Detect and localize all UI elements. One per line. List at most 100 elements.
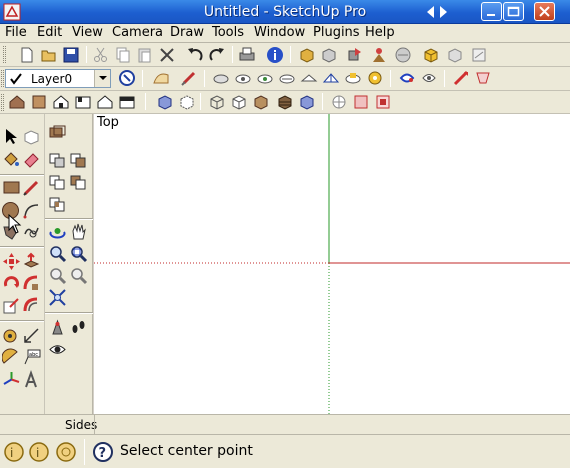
look-around-eye-icon[interactable]	[48, 340, 67, 359]
front-icon[interactable]	[52, 93, 70, 111]
intersect-icon[interactable]	[69, 150, 88, 169]
layer-dropdown[interactable]: Layer0	[5, 69, 111, 88]
print-icon[interactable]	[238, 46, 256, 64]
extension-warehouse-icon[interactable]	[446, 46, 464, 64]
toolbar-grip[interactable]	[3, 46, 6, 63]
position-camera-icon[interactable]	[322, 69, 340, 87]
menu-plugins[interactable]: Plugins	[313, 25, 360, 41]
menu-file[interactable]: File	[5, 25, 27, 41]
back-edges-icon[interactable]	[178, 93, 196, 111]
back-icon[interactable]	[96, 93, 114, 111]
monochrome-icon[interactable]	[298, 93, 316, 111]
sides-tab[interactable]: Sides	[65, 418, 97, 432]
union-icon[interactable]	[48, 172, 67, 191]
send-to-layout-icon[interactable]	[470, 46, 488, 64]
soften-edges-icon[interactable]	[152, 69, 170, 87]
geo-location-icon[interactable]: i	[3, 441, 25, 463]
offset-icon[interactable]	[22, 296, 41, 315]
edge-style-icon[interactable]	[256, 69, 274, 87]
match-photo-icon[interactable]	[300, 69, 318, 87]
look-around-icon[interactable]	[366, 69, 384, 87]
pan-hand-icon[interactable]	[69, 222, 88, 241]
protractor-icon[interactable]	[2, 348, 21, 367]
new-icon[interactable]	[18, 46, 36, 64]
section-cut-toggle-icon[interactable]	[352, 93, 370, 111]
shaded-icon[interactable]	[252, 93, 270, 111]
toolbar-grip[interactable]	[1, 94, 4, 111]
arc-icon[interactable]	[22, 201, 41, 220]
minimize-button[interactable]	[481, 2, 502, 21]
help-icon[interactable]: ?	[92, 441, 114, 463]
menu-view[interactable]: View	[72, 25, 103, 41]
open-icon[interactable]	[40, 46, 58, 64]
rectangle-icon[interactable]	[2, 178, 21, 197]
section-plane-toggle-icon[interactable]	[330, 93, 348, 111]
maximize-button[interactable]	[503, 2, 524, 21]
menu-window[interactable]: Window	[254, 25, 305, 41]
push-pull-icon[interactable]	[22, 252, 41, 271]
make-component-icon[interactable]	[22, 127, 41, 146]
menu-draw[interactable]: Draw	[170, 25, 204, 41]
cut-icon[interactable]	[92, 46, 110, 64]
menu-camera[interactable]: Camera	[112, 25, 163, 41]
title-navigation-arrows-icon[interactable]	[424, 3, 450, 21]
layer-dropdown-arrow[interactable]	[94, 70, 110, 87]
display-section-cuts-icon[interactable]	[452, 69, 470, 87]
3d-warehouse-icon[interactable]	[422, 46, 440, 64]
toolbar-grip[interactable]	[1, 70, 4, 87]
layer-manager-icon[interactable]	[118, 69, 136, 87]
erase-icon[interactable]	[158, 46, 176, 64]
menu-edit[interactable]: Edit	[37, 25, 62, 41]
component-wall-icon[interactable]	[48, 123, 67, 142]
trim-icon[interactable]	[48, 194, 67, 213]
section-plane-icon[interactable]	[398, 69, 416, 87]
menu-tools[interactable]: Tools	[212, 25, 244, 41]
redo-icon[interactable]	[208, 46, 226, 64]
follow-me-icon[interactable]	[22, 274, 41, 293]
walk-icon[interactable]	[344, 69, 362, 87]
paint-brush-icon[interactable]	[180, 69, 198, 87]
right-icon[interactable]	[74, 93, 92, 111]
iso-icon[interactable]	[8, 93, 26, 111]
paint-bucket-icon[interactable]	[2, 150, 21, 169]
display-section-planes-icon[interactable]	[420, 69, 438, 87]
shaded-textures-icon[interactable]	[276, 93, 294, 111]
xray-icon[interactable]	[156, 93, 174, 111]
select-arrow-icon[interactable]	[2, 127, 21, 146]
dimension-style-icon[interactable]	[474, 69, 492, 87]
menu-help[interactable]: Help	[365, 25, 395, 41]
next-view-icon[interactable]	[69, 266, 88, 285]
copy-icon[interactable]	[114, 46, 132, 64]
wireframe-icon[interactable]	[208, 93, 226, 111]
paste-icon[interactable]	[136, 46, 154, 64]
drawing-viewport[interactable]: Top	[94, 114, 570, 414]
model-info-icon[interactable]	[266, 46, 284, 64]
text-icon[interactable]: abc	[22, 348, 41, 367]
undo-icon[interactable]	[186, 46, 204, 64]
close-button[interactable]	[534, 2, 555, 21]
share-component-icon[interactable]	[346, 46, 364, 64]
walk-footprints-icon[interactable]	[69, 318, 88, 337]
shadow-settings-icon[interactable]	[212, 69, 230, 87]
preview-google-earth-icon[interactable]	[394, 46, 412, 64]
outer-shell-icon[interactable]	[48, 150, 67, 169]
section-fill-icon[interactable]	[374, 93, 392, 111]
zoom-icon[interactable]	[48, 244, 67, 263]
zoom-extents-icon[interactable]	[48, 288, 67, 307]
credits-icon[interactable]: i	[28, 441, 50, 463]
3d-text-icon[interactable]	[22, 370, 41, 389]
axes-icon[interactable]	[2, 370, 21, 389]
face-style-icon[interactable]	[278, 69, 296, 87]
fog-icon[interactable]	[234, 69, 252, 87]
license-icon[interactable]	[55, 441, 77, 463]
eraser-icon[interactable]	[22, 150, 41, 169]
move-icon[interactable]	[2, 252, 21, 271]
orbit-icon[interactable]	[48, 222, 67, 241]
share-model-icon[interactable]	[320, 46, 338, 64]
left-icon[interactable]	[118, 93, 136, 111]
save-icon[interactable]	[62, 46, 80, 64]
get-photo-texture-icon[interactable]	[370, 46, 388, 64]
rotate-icon[interactable]	[2, 274, 21, 293]
hidden-line-icon[interactable]	[230, 93, 248, 111]
scale-icon[interactable]	[2, 296, 21, 315]
